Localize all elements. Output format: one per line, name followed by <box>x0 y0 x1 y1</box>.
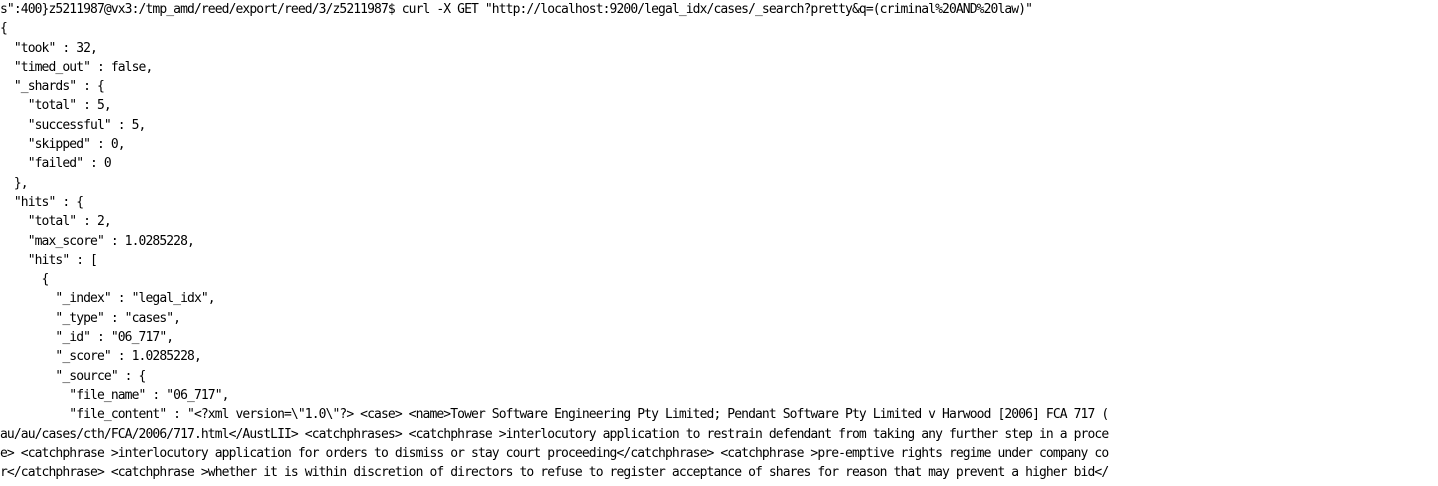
output-line: "_id" : "06_717", <box>0 330 174 346</box>
output-line: "_index" : "legal_idx", <box>0 291 215 307</box>
command-line: s":400}z5211987@vx3:/tmp_amd/reed/export… <box>0 2 1033 17</box>
output-line: { <box>0 272 50 288</box>
output-line: "timed_out" : false, <box>0 59 153 75</box>
output-line: "hits" : [ <box>0 252 98 268</box>
output-line: "total" : 5, <box>0 98 112 114</box>
output-line: "max_score" : 1.0285228, <box>0 233 195 249</box>
output-line: "file_content" : "<?xml version=\"1.0\"?… <box>0 407 1109 423</box>
output-line: "_source" : { <box>0 368 146 384</box>
output-line: "successful" : 5, <box>0 117 147 133</box>
output-line: "failed" : 0 <box>0 156 112 172</box>
output-line: e> <catchphrase >interlocutory applicati… <box>0 445 1109 461</box>
output-line: "total" : 2, <box>0 214 112 230</box>
terminal-output[interactable]: s":400}z5211987@vx3:/tmp_amd/reed/export… <box>0 0 1438 486</box>
output-line: "_type" : "cases", <box>0 310 181 326</box>
output-line: }, <box>0 175 29 191</box>
output-line: "file_name" : "06_717", <box>0 387 229 403</box>
output-line: au/au/cases/cth/FCA/2006/717.html</AustL… <box>0 426 1109 442</box>
output-line: "_score" : 1.0285228, <box>0 349 201 365</box>
output-line: { <box>0 21 8 37</box>
output-line: "hits" : { <box>0 194 84 210</box>
output-line: "_shards" : { <box>0 79 105 95</box>
output-line: r</catchphrase> <catchphrase >whether it… <box>0 465 1109 481</box>
output-line: "took" : 32, <box>0 40 98 56</box>
output-line: "skipped" : 0, <box>0 137 126 153</box>
